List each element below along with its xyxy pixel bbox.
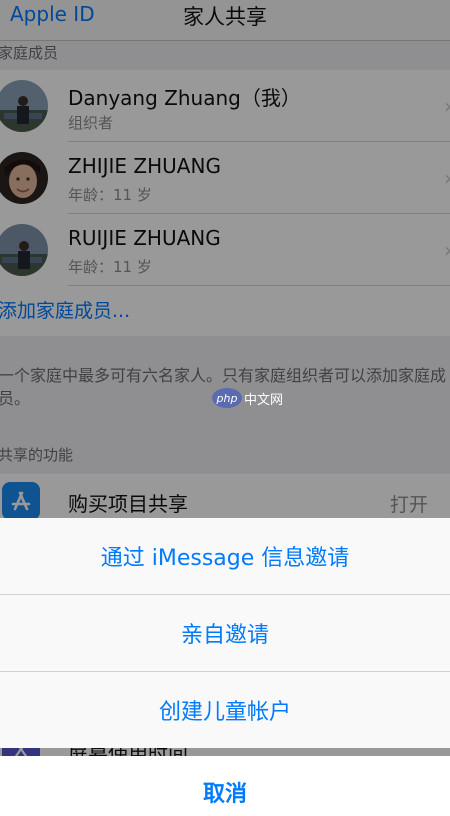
- in-person-invite-button[interactable]: 亲自邀请: [0, 595, 450, 671]
- imessage-invite-button[interactable]: 通过 iMessage 信息邀请: [0, 518, 450, 594]
- php-logo: php: [212, 388, 242, 408]
- invite-action-sheet: 通过 iMessage 信息邀请 亲自邀请 创建儿童帐户: [0, 518, 450, 748]
- watermark: php 中文网: [212, 388, 283, 408]
- create-child-account-button[interactable]: 创建儿童帐户: [0, 672, 450, 748]
- cancel-button[interactable]: 取消: [0, 776, 450, 808]
- family-sharing-screen: Apple ID 家人共享 家庭成员 Danyang Zhuang（我） 组织者…: [0, 0, 450, 816]
- cancel-sheet: 取消: [0, 756, 450, 816]
- watermark-text: 中文网: [244, 392, 284, 408]
